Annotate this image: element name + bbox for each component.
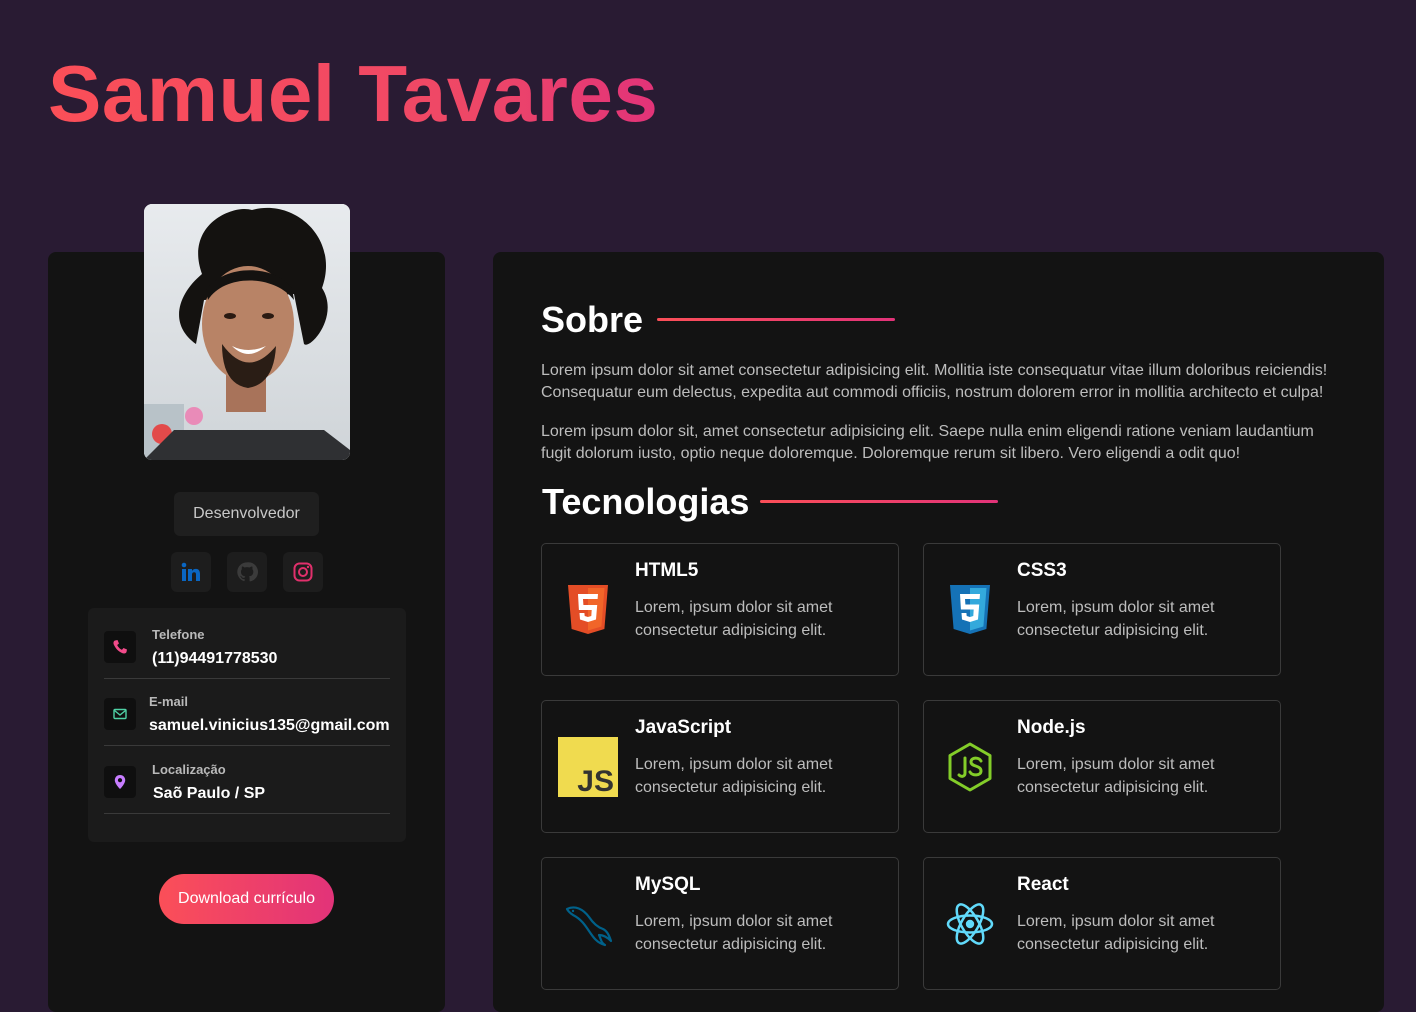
tech-name: JavaScript — [635, 717, 732, 738]
mail-icon — [104, 698, 136, 730]
tech-card-html5: HTML5 Lorem, ipsum dolor sit amet consec… — [541, 543, 899, 676]
phone-icon — [104, 631, 136, 663]
tech-description: Lorem, ipsum dolor sit amet consectetur … — [635, 756, 833, 796]
nodejs-icon — [940, 737, 1000, 797]
tech-card-nodejs: Node.js Lorem, ipsum dolor sit amet cons… — [923, 700, 1281, 833]
github-icon — [237, 562, 258, 582]
phone-label: Telefone — [152, 627, 205, 642]
about-paragraph-2: Lorem ipsum dolor sit, amet consectetur … — [541, 423, 1314, 462]
location-pin-icon — [104, 766, 136, 798]
technologies-title: Tecnologias — [542, 481, 750, 522]
tech-card-react: React Lorem, ipsum dolor sit amet consec… — [923, 857, 1281, 990]
instagram-icon — [293, 562, 313, 582]
email-label: E-mail — [149, 694, 189, 709]
linkedin-icon — [181, 562, 200, 581]
html5-icon — [558, 580, 618, 640]
svg-text:JS: JS — [577, 765, 614, 797]
github-link[interactable] — [227, 552, 267, 592]
phone-value[interactable]: (11)94491778530 — [152, 650, 277, 668]
tech-name: CSS3 — [1017, 560, 1067, 581]
location-label: Localização — [152, 762, 226, 777]
mysql-icon — [558, 894, 618, 954]
tech-card-css3: CSS3 Lorem, ipsum dolor sit amet consect… — [923, 543, 1281, 676]
location-value: Saõ Paulo / SP — [153, 785, 266, 802]
tech-description: Lorem, ipsum dolor sit amet consectetur … — [635, 913, 833, 953]
tech-name: React — [1017, 874, 1069, 895]
react-icon — [940, 894, 1000, 954]
tech-card-mysql: MySQL Lorem, ipsum dolor sit amet consec… — [541, 857, 899, 990]
tech-name: MySQL — [635, 874, 701, 895]
javascript-icon: JS — [558, 737, 618, 797]
about-paragraph-1: Lorem ipsum dolor sit amet consectetur a… — [541, 362, 1328, 401]
download-resume-button[interactable]: Download currículo — [159, 874, 334, 924]
css3-icon — [940, 580, 1000, 640]
contact-list: Telefone (11)94491778530 E-mail samuel.v… — [88, 608, 406, 842]
contact-email: E-mail samuel.vinicius135@gmail.com — [104, 679, 390, 746]
tech-description: Lorem, ipsum dolor sit amet consectetur … — [1017, 756, 1215, 796]
tech-name: Node.js — [1017, 717, 1086, 738]
about-title: Sobre — [541, 299, 644, 340]
role-badge: Desenvolvedor — [174, 492, 319, 536]
instagram-link[interactable] — [283, 552, 323, 592]
page-title: Samuel Tavares — [48, 49, 659, 138]
tech-description: Lorem, ipsum dolor sit amet consectetur … — [635, 599, 833, 639]
about-title-underline — [657, 318, 895, 321]
contact-phone: Telefone (11)94491778530 — [104, 612, 390, 679]
email-value[interactable]: samuel.vinicius135@gmail.com — [149, 717, 390, 735]
tech-name: HTML5 — [635, 560, 699, 581]
linkedin-link[interactable] — [171, 552, 211, 592]
profile-photo — [144, 204, 350, 460]
tech-description: Lorem, ipsum dolor sit amet consectetur … — [1017, 599, 1215, 639]
tech-card-javascript: JS JavaScript Lorem, ipsum dolor sit ame… — [541, 700, 899, 833]
technologies-title-underline — [760, 500, 998, 503]
tech-description: Lorem, ipsum dolor sit amet consectetur … — [1017, 913, 1215, 953]
contact-location: Localização Saõ Paulo / SP — [104, 747, 390, 814]
